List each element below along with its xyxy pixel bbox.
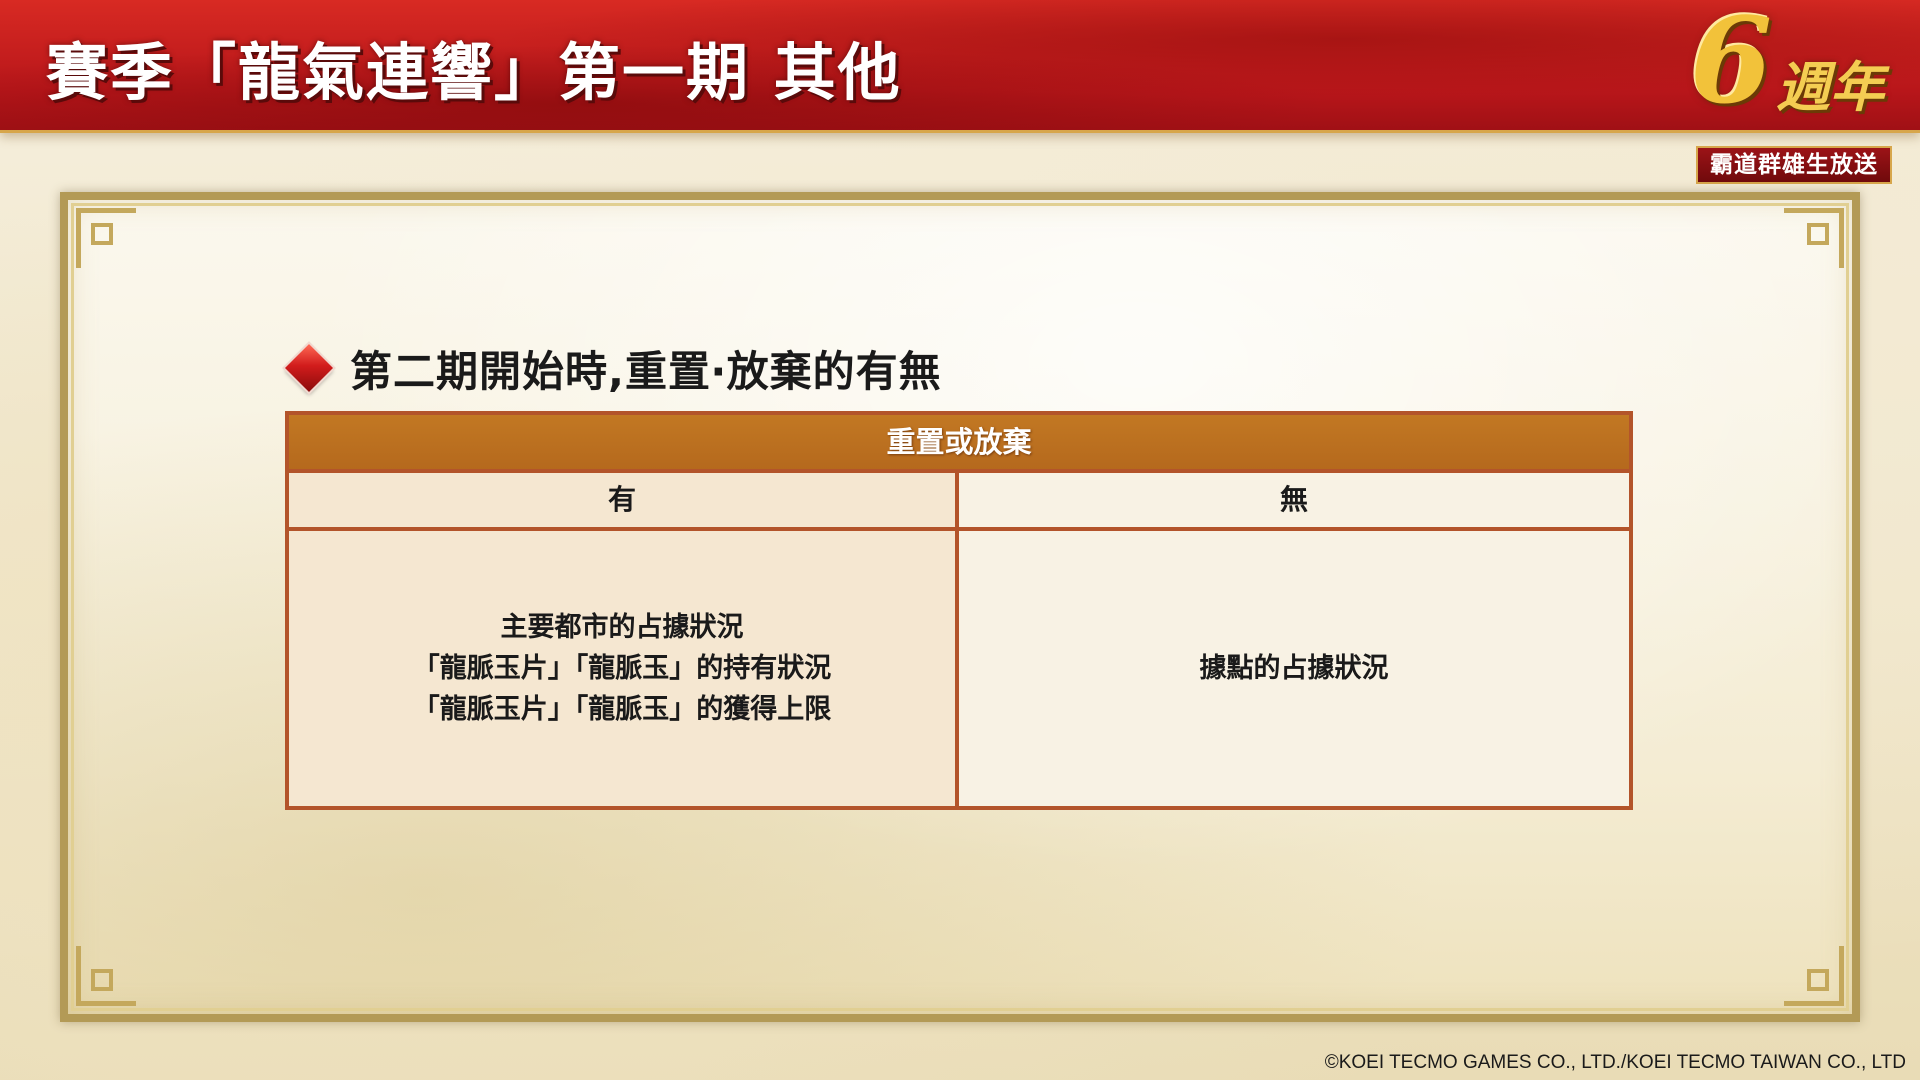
table-column-yes: 有 主要都市的占據狀況 「龍脈玉片」「龍脈玉」的持有狀況 「龍脈玉片」「龍脈玉」… — [289, 473, 959, 806]
column-body-yes: 主要都市的占據狀況 「龍脈玉片」「龍脈玉」的持有狀況 「龍脈玉片」「龍脈玉」的獲… — [289, 531, 955, 806]
table-cell-line: 「龍脈玉片」「龍脈玉」的持有狀況 — [412, 653, 832, 684]
column-header-no: 無 — [959, 473, 1629, 531]
reset-table: 重置或放棄 有 主要都市的占據狀況 「龍脈玉片」「龍脈玉」的持有狀況 「龍脈玉片… — [285, 411, 1633, 810]
section-heading: 第二期開始時,重置‧放棄的有無 — [284, 340, 942, 396]
frame-corner-ornament — [76, 208, 136, 268]
red-diamond-icon — [284, 343, 334, 393]
table-header: 重置或放棄 — [289, 415, 1629, 473]
logo-subtitle: 霸道群雄生放送 — [1696, 146, 1892, 184]
logo-number: 6 — [1690, 0, 1773, 130]
table-cell-line: 據點的占據狀況 — [1199, 653, 1389, 684]
column-body-no: 據點的占據狀況 — [959, 531, 1629, 806]
section-title: 第二期開始時,重置‧放棄的有無 — [350, 346, 942, 396]
header-banner: 賽季「龍氣連響」第一期 其他 — [0, 0, 1920, 133]
page-title: 賽季「龍氣連響」第一期 其他 — [46, 36, 902, 109]
table-column-no: 無 據點的占據狀況 — [959, 473, 1629, 806]
copyright-text: ©KOEI TECMO GAMES CO., LTD./KOEI TECMO T… — [1324, 1052, 1906, 1073]
frame-corner-ornament — [1784, 946, 1844, 1006]
logo-years-label: 週年 — [1776, 55, 1884, 119]
column-header-yes: 有 — [289, 473, 955, 531]
table-cell-line: 主要都市的占據狀況 — [500, 612, 744, 643]
frame-corner-ornament — [1784, 208, 1844, 268]
frame-corner-ornament — [76, 946, 136, 1006]
table-cell-line: 「龍脈玉片」「龍脈玉」的獲得上限 — [412, 694, 832, 725]
anniversary-logo: 6 週年 霸道群雄生放送 — [1690, 2, 1900, 184]
